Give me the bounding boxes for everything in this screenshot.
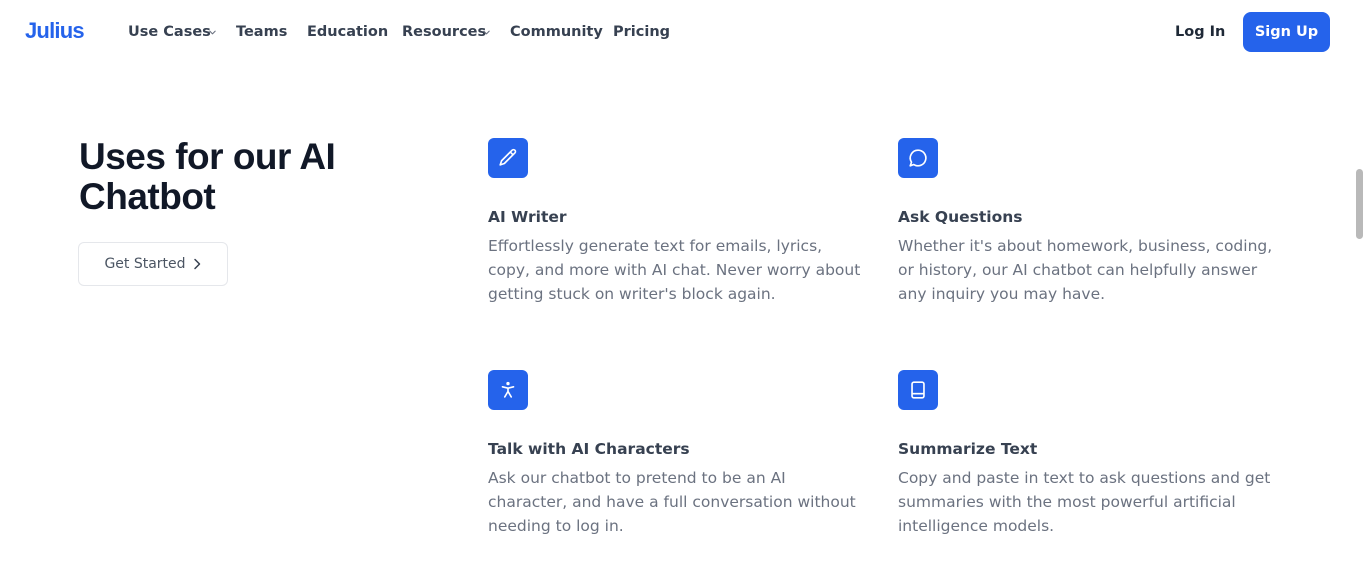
- login-link[interactable]: Log In: [1175, 22, 1225, 42]
- book-icon: [898, 370, 938, 410]
- signup-button[interactable]: Sign Up: [1243, 12, 1330, 52]
- get-started-label: Get Started: [104, 256, 186, 272]
- top-navigation: Julius Use Cases Teams Education Resourc…: [0, 0, 1352, 64]
- feature-description: Copy and paste in text to ask questions …: [898, 469, 1271, 535]
- nav-resources[interactable]: Resources: [402, 22, 486, 42]
- scrollbar-thumb[interactable]: [1356, 169, 1363, 239]
- feature-title: Summarize Text: [898, 440, 1038, 458]
- feature-ai-characters: Talk with AI Characters Ask our chatbot …: [488, 370, 868, 540]
- feature-title: Ask Questions: [898, 208, 1023, 226]
- chat-bubble-icon: [898, 138, 938, 178]
- get-started-button[interactable]: Get Started: [78, 242, 228, 286]
- nav-teams[interactable]: Teams: [236, 22, 287, 42]
- section-title: Uses for our AI Chatbot: [79, 136, 336, 217]
- nav-pricing[interactable]: Pricing: [613, 22, 670, 42]
- nav-use-cases[interactable]: Use Cases: [128, 22, 211, 42]
- nav-education[interactable]: Education: [307, 22, 388, 42]
- page: Julius Use Cases Teams Education Resourc…: [0, 0, 1366, 568]
- feature-ask-questions: Ask Questions Whether it's about homewor…: [898, 138, 1278, 308]
- feature-description: Effortlessly generate text for emails, l…: [488, 237, 861, 303]
- feature-description: Whether it's about homework, business, c…: [898, 237, 1273, 303]
- nav-community[interactable]: Community: [510, 22, 603, 42]
- feature-summarize-text: Summarize Text Copy and paste in text to…: [898, 370, 1278, 540]
- pencil-icon: [488, 138, 528, 178]
- chevron-down-icon[interactable]: [208, 28, 217, 37]
- accessibility-person-icon: [488, 370, 528, 410]
- julius-logo[interactable]: Julius: [25, 18, 85, 44]
- feature-ai-writer: AI Writer Effortlessly generate text for…: [488, 138, 868, 308]
- chevron-down-icon[interactable]: [482, 28, 491, 37]
- feature-title: AI Writer: [488, 208, 567, 226]
- scrollbar-track[interactable]: [1352, 0, 1366, 568]
- feature-title: Talk with AI Characters: [488, 440, 690, 458]
- feature-description: Ask our chatbot to pretend to be an AI c…: [488, 469, 856, 535]
- chevron-right-icon: [193, 258, 200, 270]
